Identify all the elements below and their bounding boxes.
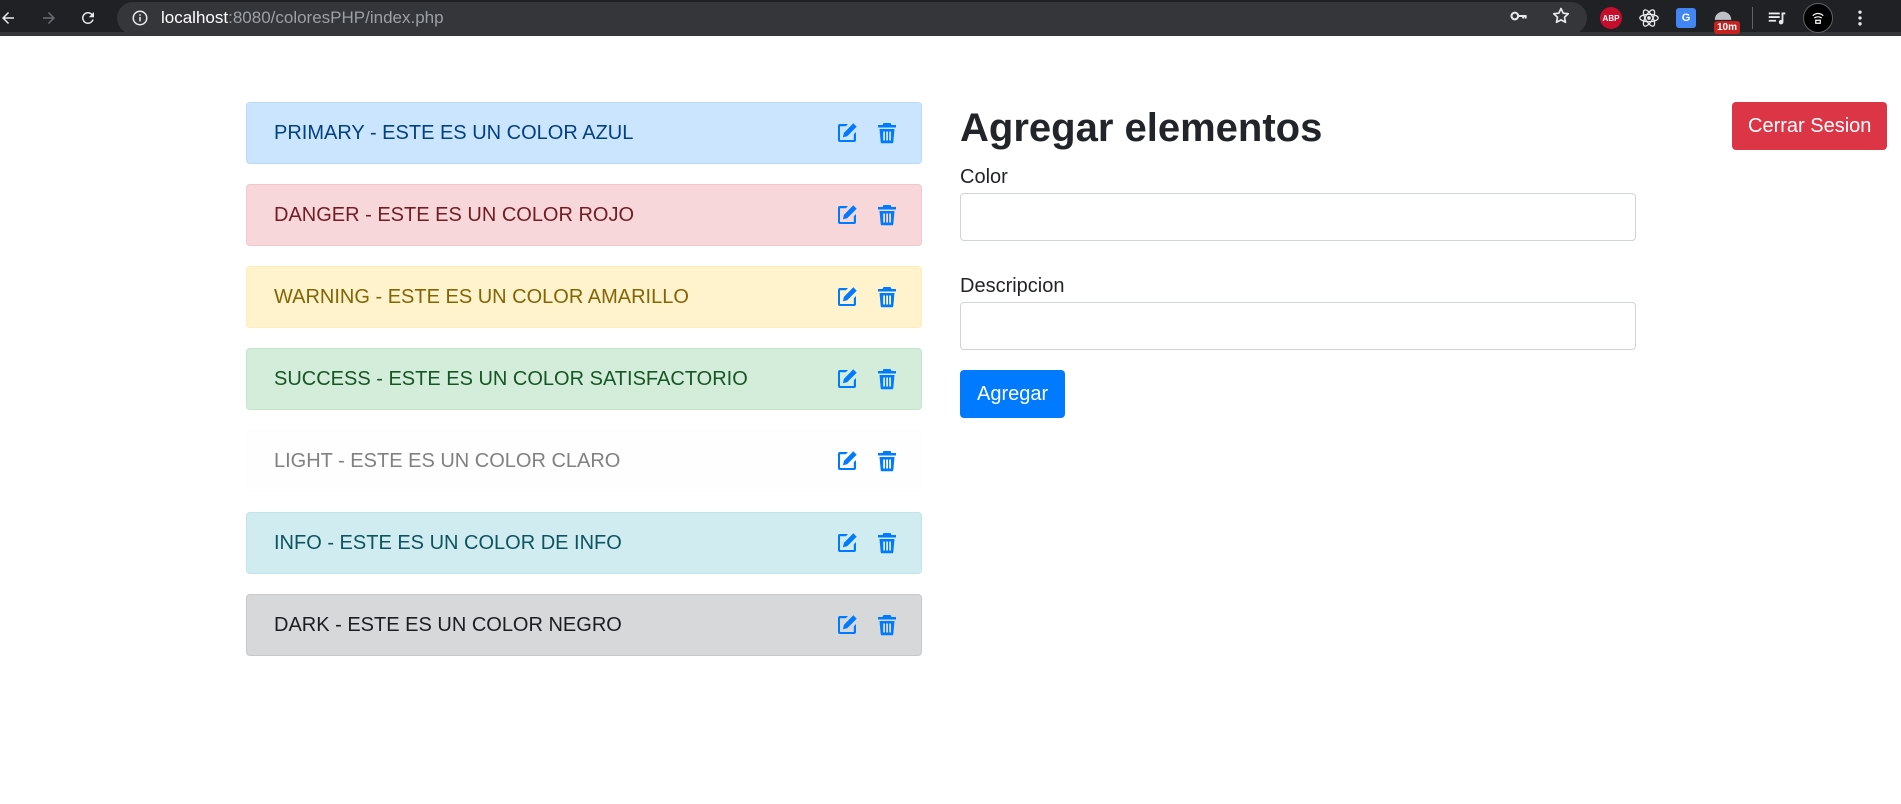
media-queue-icon[interactable] bbox=[1765, 6, 1789, 30]
color-item-text: INFO - ESTE ES UN COLOR DE INFO bbox=[274, 531, 622, 554]
color-item-text: WARNING - ESTE ES UN COLOR AMARILLO bbox=[274, 285, 689, 308]
password-key-icon[interactable] bbox=[1509, 6, 1529, 31]
color-item-success: SUCCESS - ESTE ES UN COLOR SATISFACTORIO bbox=[246, 348, 922, 410]
trash-icon[interactable] bbox=[875, 285, 899, 309]
timer-badge: 10m bbox=[1714, 21, 1741, 34]
url-path: :8080/coloresPHP/index.php bbox=[228, 8, 444, 27]
edit-icon[interactable] bbox=[835, 367, 859, 391]
description-input[interactable] bbox=[960, 302, 1636, 350]
color-input[interactable] bbox=[960, 193, 1636, 241]
item-actions bbox=[835, 513, 899, 573]
browser-toolbar: localhost:8080/coloresPHP/index.php ABP … bbox=[0, 0, 1901, 36]
edit-icon[interactable] bbox=[835, 285, 859, 309]
profile-avatar-icon[interactable] bbox=[1803, 3, 1833, 33]
color-item-danger: DANGER - ESTE ES UN COLOR ROJO bbox=[246, 184, 922, 246]
timer-extension-icon[interactable]: 10m bbox=[1710, 5, 1741, 34]
react-devtools-icon[interactable] bbox=[1636, 5, 1662, 31]
color-item-dark: DARK - ESTE ES UN COLOR NEGRO bbox=[246, 594, 922, 656]
adblock-extension-icon[interactable]: ABP bbox=[1600, 7, 1622, 29]
site-info-icon[interactable] bbox=[131, 9, 149, 27]
color-item-light: LIGHT - ESTE ES UN COLOR CLARO bbox=[246, 430, 922, 492]
item-actions bbox=[835, 431, 899, 491]
item-actions bbox=[835, 185, 899, 245]
edit-icon[interactable] bbox=[835, 531, 859, 555]
color-item-text: DANGER - ESTE ES UN COLOR ROJO bbox=[274, 203, 635, 226]
trash-icon[interactable] bbox=[875, 121, 899, 145]
item-actions bbox=[835, 267, 899, 327]
edit-icon[interactable] bbox=[835, 449, 859, 473]
item-actions bbox=[835, 349, 899, 409]
color-label: Color bbox=[960, 166, 1008, 188]
color-item-text: SUCCESS - ESTE ES UN COLOR SATISFACTORIO bbox=[274, 367, 748, 390]
back-arrow-icon bbox=[2, 12, 14, 24]
adblock-label: ABP bbox=[1602, 13, 1620, 23]
translate-label: G bbox=[1681, 12, 1691, 24]
address-bar[interactable]: localhost:8080/coloresPHP/index.php bbox=[117, 2, 1587, 34]
edit-icon[interactable] bbox=[835, 203, 859, 227]
bookmark-star-icon[interactable] bbox=[1551, 6, 1571, 31]
reload-button[interactable] bbox=[74, 0, 102, 36]
description-label: Descripcion bbox=[960, 275, 1065, 297]
browser-menu-icon[interactable] bbox=[1847, 5, 1873, 31]
google-translate-icon[interactable]: G bbox=[1676, 8, 1696, 28]
edit-icon[interactable] bbox=[835, 613, 859, 637]
toolbar-divider bbox=[1752, 7, 1753, 29]
color-item-primary: PRIMARY - ESTE ES UN COLOR AZUL bbox=[246, 102, 922, 164]
trash-icon[interactable] bbox=[875, 203, 899, 227]
url-text[interactable]: localhost:8080/coloresPHP/index.php bbox=[161, 8, 444, 28]
forward-button[interactable] bbox=[35, 0, 63, 36]
trash-icon[interactable] bbox=[875, 613, 899, 637]
color-item-warning: WARNING - ESTE ES UN COLOR AMARILLO bbox=[246, 266, 922, 328]
forward-arrow-icon bbox=[43, 12, 55, 24]
add-element-form: Agregar elementos Color Descripcion Agre… bbox=[960, 104, 1636, 418]
form-title: Agregar elementos bbox=[960, 106, 1323, 150]
color-item-text: PRIMARY - ESTE ES UN COLOR AZUL bbox=[274, 121, 634, 144]
add-button[interactable]: Agregar bbox=[960, 370, 1066, 418]
url-host: localhost bbox=[161, 8, 229, 27]
color-list: PRIMARY - ESTE ES UN COLOR AZUL DANGER - … bbox=[246, 102, 922, 676]
trash-icon[interactable] bbox=[875, 449, 899, 473]
edit-icon[interactable] bbox=[835, 121, 859, 145]
trash-icon[interactable] bbox=[875, 367, 899, 391]
item-actions bbox=[835, 595, 899, 655]
item-actions bbox=[835, 103, 899, 163]
color-item-info: INFO - ESTE ES UN COLOR DE INFO bbox=[246, 512, 922, 574]
reload-icon bbox=[81, 11, 94, 24]
color-item-text: DARK - ESTE ES UN COLOR NEGRO bbox=[274, 613, 622, 636]
back-button[interactable] bbox=[0, 0, 22, 36]
logout-button[interactable]: Cerrar Sesion bbox=[1732, 102, 1888, 150]
color-item-text: LIGHT - ESTE ES UN COLOR CLARO bbox=[274, 449, 621, 472]
trash-icon[interactable] bbox=[875, 531, 899, 555]
